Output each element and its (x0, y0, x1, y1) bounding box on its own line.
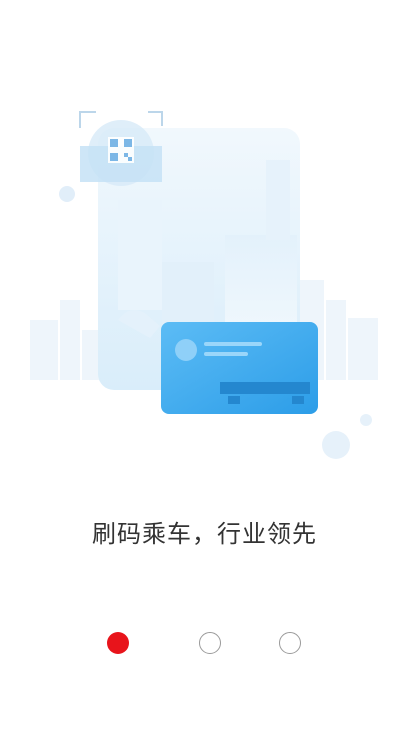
page-dot-3[interactable] (279, 632, 301, 654)
boarding-illustration (30, 111, 378, 459)
transit-card (161, 322, 318, 414)
bubble-small-right (360, 414, 372, 426)
bubble-left (59, 186, 75, 202)
bubble-bottom-right (322, 431, 350, 459)
page-dot-1[interactable] (107, 632, 129, 654)
slide-caption: 刷码乘车，行业领先 (92, 520, 317, 548)
page-dot-2[interactable] (199, 632, 221, 654)
page-indicator (0, 630, 409, 658)
onboarding-screen: { "slide": { "caption": "刷码乘车，行业领先", "il… (0, 0, 409, 730)
